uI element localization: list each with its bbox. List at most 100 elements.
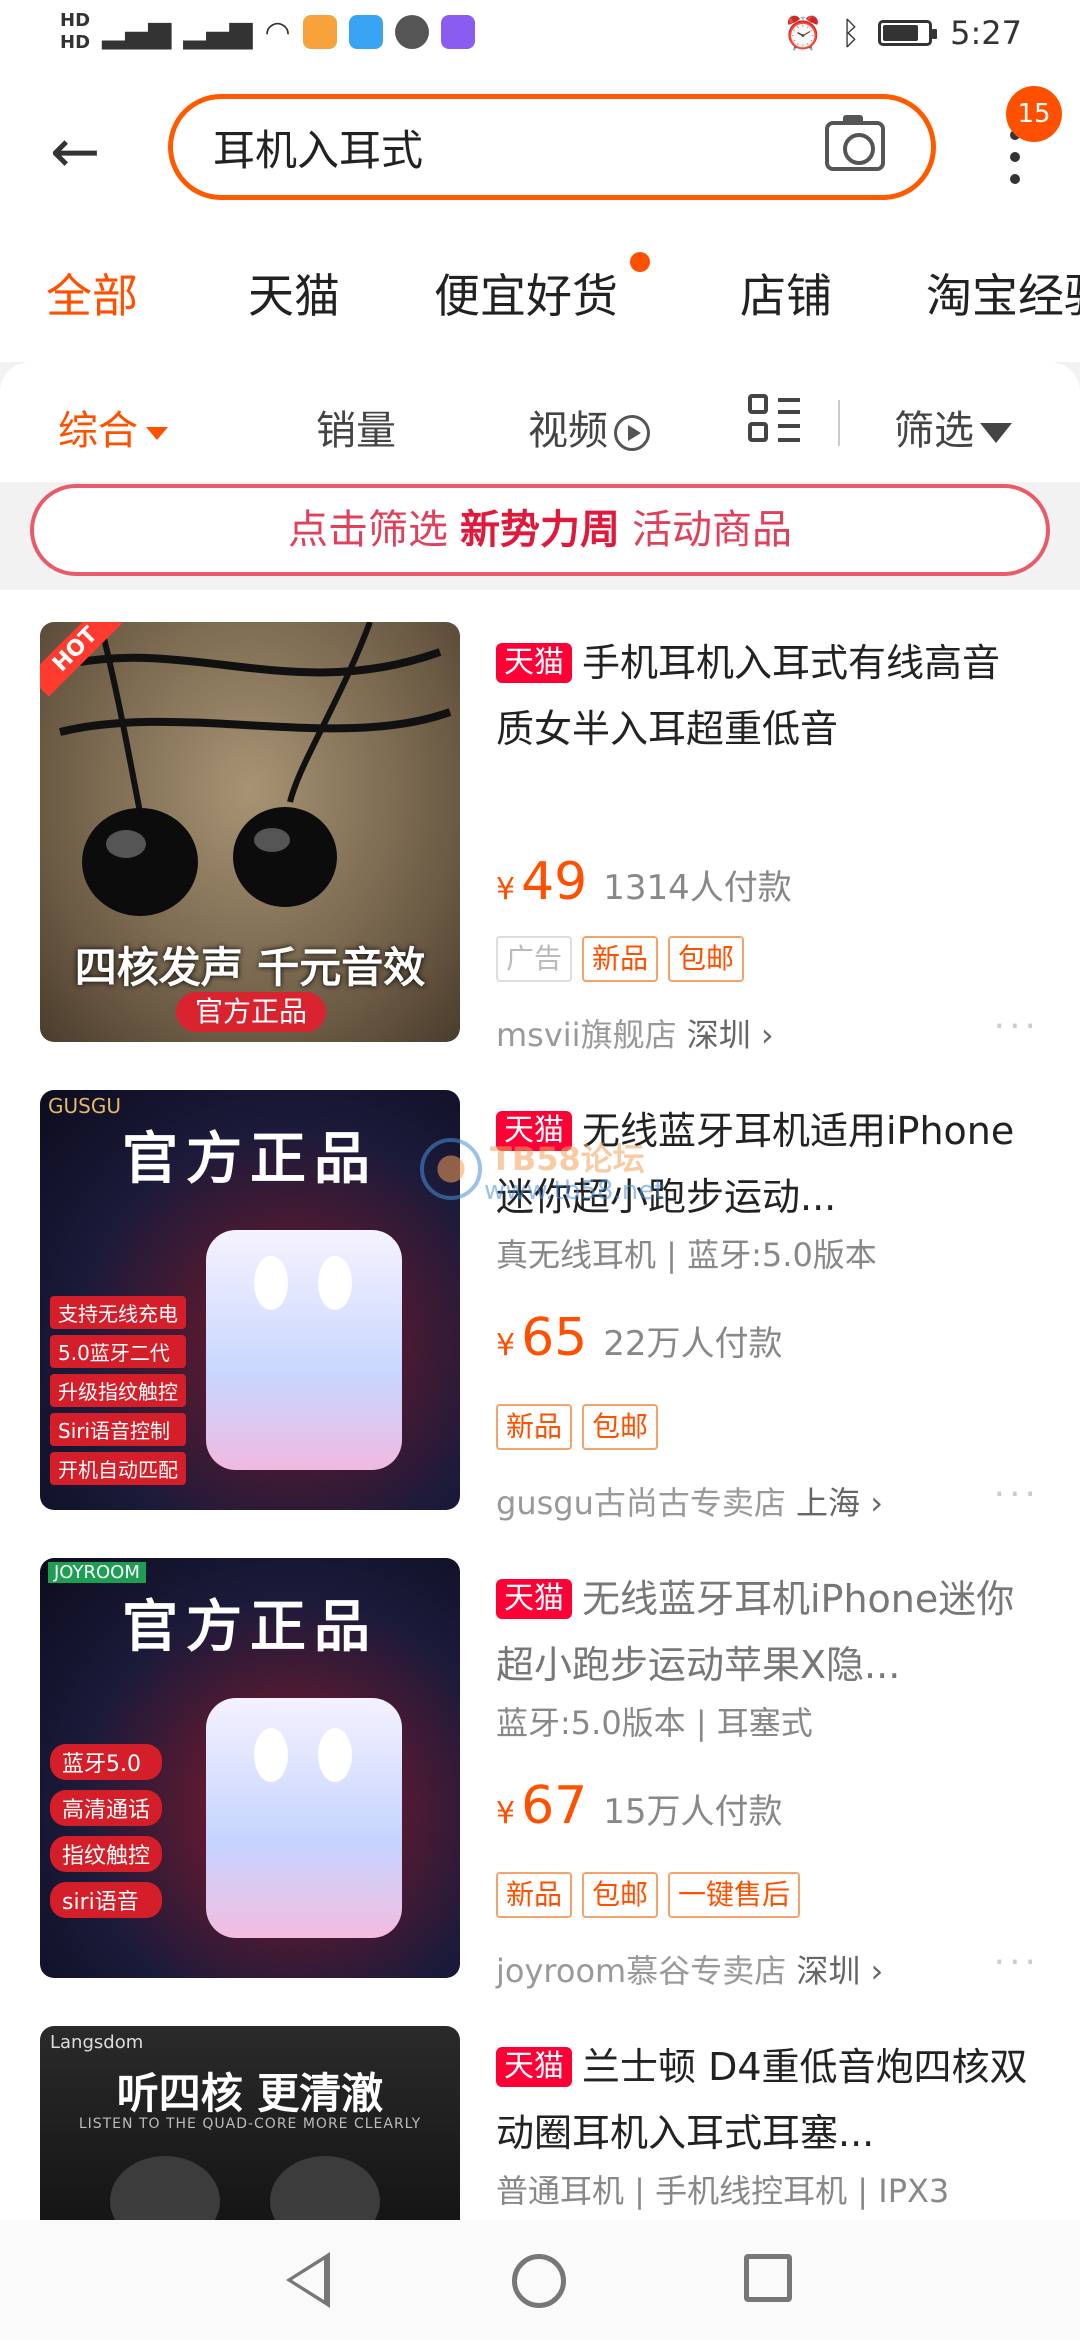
feature-label: Siri语音控制 [50,1413,186,1446]
system-nav-bar [0,2220,1080,2340]
divider [838,400,840,446]
tmall-badge: 天猫 [496,1579,572,1619]
product-card[interactable]: Langsdom 听四核 更清澈 LISTEN TO THE QUAD-CORE… [0,1994,1080,2222]
image-headline: 官方正品 [122,1595,378,1660]
shop-city: 深圳 › [796,1952,884,1990]
nav-back-icon[interactable] [286,2252,330,2308]
watermark-url: www.tb58.net [484,1176,665,1206]
grid-layout-icon[interactable] [748,394,800,446]
status-time: 5:27 [950,14,1022,52]
product-card[interactable]: GUSGU 官方正品 支持无线充电 5.0蓝牙二代 升级指纹触控 Siri语音控… [0,1058,1080,1526]
earphone-image [270,2156,380,2222]
shop-link[interactable]: joyroom慕谷专卖店 深圳 › [496,1946,883,1992]
product-title-text: 兰士顿 D4重低音炮四核双动圈耳机入耳式耳塞... [496,2045,1028,2155]
promo-suffix: 活动商品 [632,507,792,553]
earbud-case-image [206,1230,402,1470]
image-caption: 四核发声 千元音效 [74,943,426,992]
youku-app-icon [348,15,383,49]
tab-experience[interactable]: 淘宝经验 [926,260,1080,326]
shop-link[interactable]: gusgu古尚古专卖店 上海 › [496,1478,883,1524]
tag: 一键售后 [668,1872,801,1918]
product-tags: 新品 包邮 [496,1404,659,1450]
sold-count: 22万人付款 [603,1324,783,1364]
tab-cheap-goods[interactable]: 便宜好货 [434,260,618,326]
tab-tmall[interactable]: 天猫 [248,260,340,326]
tag: 新品 [496,1872,573,1918]
sort-sales[interactable]: 销量 [316,398,396,456]
wifi-icon: ◠ [264,14,291,50]
search-input[interactable] [213,117,773,177]
earbud-case-image [206,1698,402,1938]
forum-watermark: TB58论坛 www.tb58.net [420,1130,680,1220]
camera-icon[interactable] [825,115,885,171]
promo-banner[interactable]: 点击筛选 新势力周 活动商品 [30,484,1050,576]
search-header: ← 15 [0,72,1080,232]
battery-icon [878,20,938,46]
tab-all[interactable]: 全部 [46,260,138,326]
product-card[interactable]: JOYROOM 官方正品 蓝牙5.0 高清通话 指纹触控 siri语音 天猫 无线… [0,1526,1080,1994]
sort-video[interactable]: 视频 [528,398,650,456]
more-options-icon[interactable]: ··· [994,1942,1040,1983]
product-card[interactable]: HOT 四核发声 千元音效 官方正品 天猫 手机耳机入耳式有线高音质女半入耳超重低… [0,590,1080,1058]
product-image[interactable]: JOYROOM 官方正品 蓝牙5.0 高清通话 指纹触控 siri语音 [40,1558,460,1978]
caret-down-icon [146,426,168,440]
product-price: ¥49 1314人付款 [496,852,792,912]
product-specs: 蓝牙:5.0版本 | 耳塞式 [496,1704,813,1742]
alarm-icon: ⏰ [783,14,823,52]
signal-icon: ▂▄▆ [102,14,172,50]
back-arrow-icon[interactable]: ← [50,122,100,182]
price-value: 67 [521,1776,588,1836]
product-title[interactable]: 天猫 手机耳机入耳式有线高音质女半入耳超重低音 [496,630,1036,762]
filter-button[interactable]: 筛选 [894,398,1012,456]
tab-shops[interactable]: 店铺 [740,260,832,326]
product-title[interactable]: 天猫 兰士顿 D4重低音炮四核双动圈耳机入耳式耳塞... [496,2034,1036,2166]
price-value: 65 [521,1308,588,1368]
tag: 包邮 [582,1872,659,1918]
currency-symbol: ¥ [496,872,516,907]
uc-app-icon [302,15,337,49]
sold-count: 15万人付款 [603,1792,783,1832]
bluetooth-icon: ᛒ [840,14,861,52]
shop-name: joyroom慕谷专卖店 [496,1952,787,1990]
product-image[interactable]: HOT 四核发声 千元音效 官方正品 [40,622,460,1042]
feature-list: 支持无线充电 5.0蓝牙二代 升级指纹触控 Siri语音控制 开机自动匹配 [50,1296,186,1485]
product-price: ¥65 22万人付款 [496,1308,783,1368]
more-menu-icon[interactable] [1010,130,1020,184]
more-options-icon[interactable]: ··· [994,1006,1040,1047]
status-left: HD HD ▂▄▆ ▂▄▆ ◠ [60,10,475,54]
sold-count: 1314人付款 [603,868,792,908]
image-brand: Langsdom [50,2032,144,2053]
status-right: ⏰ ᛒ 5:27 [783,14,1022,52]
category-tabs: 全部 天猫 便宜好货 店铺 淘宝经验 [0,232,1080,362]
image-tagline: LISTEN TO THE QUAD-CORE MORE CLEARLY [78,2116,422,2132]
feature-label: 蓝牙5.0 [50,1744,163,1780]
signal-icon: ▂▄▆ [183,14,253,50]
sort-comprehensive[interactable]: 综合 [58,398,168,456]
tmall-badge: 天猫 [496,2047,572,2087]
search-box[interactable] [168,94,936,200]
tag: 包邮 [668,936,745,982]
sort-comprehensive-label: 综合 [58,408,138,454]
feature-label: 开机自动匹配 [50,1452,186,1485]
hd-icon: HD HD [60,10,91,53]
tmall-badge: 天猫 [496,643,572,683]
image-headline: 听四核 更清澈 [116,2069,384,2118]
funnel-icon [980,423,1012,443]
nav-recent-apps-icon[interactable] [744,2254,792,2302]
promo-highlight: 新势力周 [460,507,620,553]
status-bar: HD HD ▂▄▆ ▂▄▆ ◠ ⏰ ᛒ 5:27 [0,0,1080,72]
feature-label: 高清通话 [50,1790,163,1826]
image-brand: JOYROOM [48,1562,146,1583]
shop-name: gusgu古尚古专卖店 [496,1484,786,1522]
product-title[interactable]: 天猫 无线蓝牙耳机iPhone迷你超小跑步运动苹果X隐... [496,1566,1036,1698]
shop-link[interactable]: msvii旗舰店 深圳 › [496,1010,774,1056]
product-image[interactable]: GUSGU 官方正品 支持无线充电 5.0蓝牙二代 升级指纹触控 Siri语音控… [40,1090,460,1510]
promo-prefix: 点击筛选 [288,507,448,553]
feature-label: 指纹触控 [50,1836,163,1872]
nav-home-icon[interactable] [512,2254,566,2308]
more-options-icon[interactable]: ··· [994,1474,1040,1515]
product-image[interactable]: Langsdom 听四核 更清澈 LISTEN TO THE QUAD-CORE… [40,2026,460,2222]
shop-city: 上海 › [796,1484,884,1522]
feature-label: 5.0蓝牙二代 [50,1335,186,1368]
watermark-title: TB58论坛 [490,1140,645,1178]
